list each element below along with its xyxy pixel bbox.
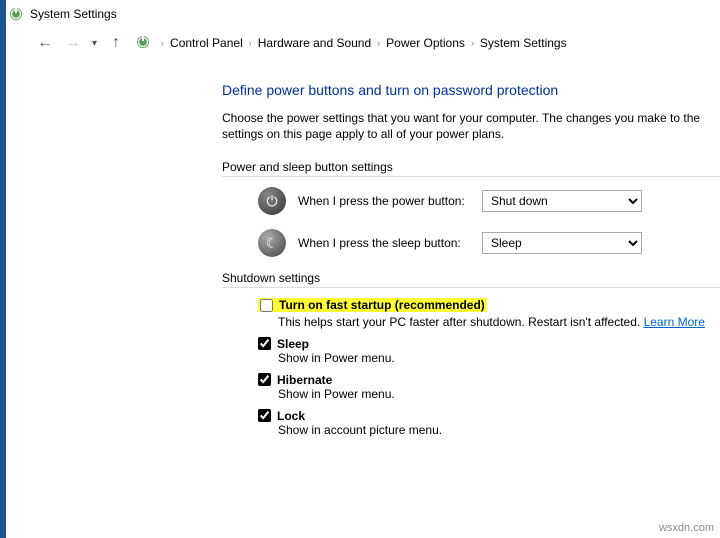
power-sleep-section: Power and sleep button settings ⏻ When I…	[222, 160, 720, 257]
left-accent-bar	[0, 0, 6, 538]
chevron-right-icon: ›	[161, 38, 164, 48]
watermark: wsxdn.com	[659, 522, 714, 534]
window-title: System Settings	[30, 7, 117, 21]
hibernate-row: Hibernate Show in Power menu.	[258, 373, 720, 401]
lock-row: Lock Show in account picture menu.	[258, 409, 720, 437]
lock-label: Lock	[277, 409, 305, 423]
toolbar: ← → ▾ ↑ › Control Panel › Hardware and S…	[0, 28, 720, 62]
power-button-select[interactable]: Shut down	[482, 190, 642, 212]
power-button-label: When I press the power button:	[298, 194, 470, 208]
hibernate-label: Hibernate	[277, 373, 332, 387]
sleep-button-label: When I press the sleep button:	[298, 236, 470, 250]
breadcrumb-icon	[135, 34, 151, 53]
sleep-button-row: ☾ When I press the sleep button: Sleep	[258, 229, 720, 257]
chevron-right-icon: ›	[471, 38, 474, 48]
section-title: Power and sleep button settings	[222, 160, 720, 174]
lock-desc: Show in account picture menu.	[278, 423, 720, 437]
sleep-desc: Show in Power menu.	[278, 351, 720, 365]
learn-more-link[interactable]: Learn More	[644, 315, 705, 329]
breadcrumb-item[interactable]: Control Panel	[170, 36, 243, 50]
section-divider	[222, 176, 720, 177]
back-button[interactable]: ←	[36, 34, 54, 52]
page-description: Choose the power settings that you want …	[222, 110, 720, 142]
section-divider	[222, 287, 720, 288]
chevron-right-icon: ›	[377, 38, 380, 48]
system-settings-icon	[8, 6, 24, 22]
sleep-button-select[interactable]: Sleep	[482, 232, 642, 254]
fast-startup-checkbox[interactable]	[260, 299, 273, 312]
history-dropdown[interactable]: ▾	[92, 38, 97, 49]
breadcrumb-item[interactable]: Hardware and Sound	[258, 36, 371, 50]
sleep-checkbox[interactable]	[258, 337, 271, 350]
sleep-label: Sleep	[277, 337, 309, 351]
power-icon: ⏻	[258, 187, 286, 215]
power-button-row: ⏻ When I press the power button: Shut do…	[258, 187, 720, 215]
fast-startup-label: Turn on fast startup (recommended)	[279, 298, 485, 312]
moon-icon: ☾	[258, 229, 286, 257]
lock-checkbox[interactable]	[258, 409, 271, 422]
fast-startup-desc: This helps start your PC faster after sh…	[278, 315, 640, 329]
hibernate-checkbox[interactable]	[258, 373, 271, 386]
page-heading: Define power buttons and turn on passwor…	[222, 82, 720, 98]
section-title: Shutdown settings	[222, 271, 720, 285]
shutdown-section: Shutdown settings Turn on fast startup (…	[222, 271, 720, 437]
breadcrumb-item[interactable]: Power Options	[386, 36, 465, 50]
sleep-row: Sleep Show in Power menu.	[258, 337, 720, 365]
breadcrumb[interactable]: › Control Panel › Hardware and Sound › P…	[161, 36, 567, 50]
up-button[interactable]: ↑	[107, 34, 125, 52]
titlebar: System Settings	[0, 0, 720, 28]
breadcrumb-item[interactable]: System Settings	[480, 36, 567, 50]
chevron-right-icon: ›	[249, 38, 252, 48]
content-pane: Define power buttons and turn on passwor…	[0, 62, 720, 437]
fast-startup-row: Turn on fast startup (recommended) This …	[258, 298, 720, 329]
hibernate-desc: Show in Power menu.	[278, 387, 720, 401]
forward-button: →	[64, 34, 82, 52]
